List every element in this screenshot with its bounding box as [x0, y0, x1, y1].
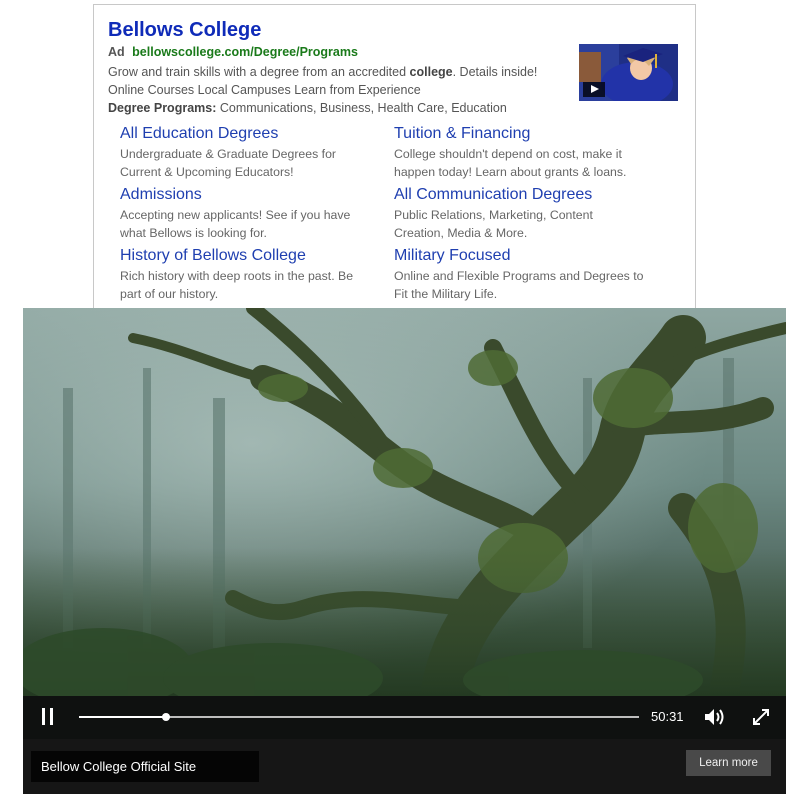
sitelink-education-degrees: All Education Degrees Undergraduate & Gr…: [120, 125, 370, 181]
site-label[interactable]: Bellow College Official Site: [31, 751, 259, 782]
learn-more-button[interactable]: Learn more: [686, 750, 771, 776]
ad-desc-text: Grow and train skills with a degree from…: [108, 65, 410, 79]
sitelink-military: Military Focused Online and Flexible Pro…: [394, 247, 644, 303]
sitelink-description: Undergraduate & Graduate Degrees for Cur…: [120, 147, 337, 179]
sitelink-tuition-financing: Tuition & Financing College shouldn't de…: [394, 125, 644, 181]
sitelink-title[interactable]: History of Bellows College: [120, 247, 370, 265]
pause-icon[interactable]: [42, 708, 54, 726]
ad-desc-label: Degree Programs:: [108, 101, 217, 115]
sitelink-title[interactable]: Military Focused: [394, 247, 644, 265]
ad-desc-bold: college: [409, 65, 453, 79]
ad-display-url[interactable]: bellowscollege.com/Degree/Programs: [132, 45, 358, 59]
sitelink-description: College shouldn't depend on cost, make i…: [394, 147, 627, 179]
sitelink-history: History of Bellows College Rich history …: [120, 247, 370, 303]
ad-video-thumbnail[interactable]: [579, 44, 678, 101]
sitelink-title[interactable]: All Communication Degrees: [394, 186, 644, 204]
fullscreen-icon[interactable]: [750, 706, 772, 728]
sitelink-description: Online and Flexible Programs and Degrees…: [394, 269, 644, 301]
sitelink-description: Rich history with deep roots in the past…: [120, 269, 354, 301]
ad-title-link[interactable]: Bellows College: [108, 19, 261, 42]
ad-badge: Ad: [108, 45, 125, 59]
ad-desc-value: Communications, Business, Health Care, E…: [216, 101, 507, 115]
ad-desc-line-1: Grow and train skills with a degree from…: [108, 63, 568, 81]
play-icon: [583, 82, 605, 97]
volume-icon[interactable]: [703, 706, 727, 728]
forest-video-image: [23, 308, 786, 696]
ad-description: Grow and train skills with a degree from…: [108, 63, 568, 117]
sitelink-description: Public Relations, Marketing, Content Cre…: [394, 208, 593, 240]
ad-desc-text: . Details inside!: [452, 65, 538, 79]
seek-bar-handle[interactable]: [161, 713, 170, 721]
video-frame[interactable]: [23, 308, 786, 696]
video-player: 50:31 Bellow College Official Site Learn…: [23, 308, 786, 794]
sitelink-title[interactable]: All Education Degrees: [120, 125, 370, 143]
ad-desc-line-2: Online Courses Local Campuses Learn from…: [108, 83, 421, 97]
video-info-bar: Bellow College Official Site Learn more: [23, 739, 786, 794]
search-ad-card: Bellows College Ad bellowscollege.com/De…: [93, 4, 696, 319]
seek-bar-progress: [79, 716, 166, 718]
video-controls-bar: 50:31: [23, 696, 786, 739]
seek-bar[interactable]: [79, 713, 639, 721]
sitelink-description: Accepting new applicants! See if you hav…: [120, 208, 351, 240]
ad-desc-line-3: Degree Programs: Communications, Busines…: [108, 99, 568, 117]
time-display: 50:31: [651, 709, 684, 724]
sitelink-title[interactable]: Admissions: [120, 186, 370, 204]
ad-url-line: Ad bellowscollege.com/Degree/Programs: [108, 45, 358, 59]
sitelink-title[interactable]: Tuition & Financing: [394, 125, 644, 143]
sitelink-communication-degrees: All Communication Degrees Public Relatio…: [394, 186, 644, 242]
sitelink-admissions: Admissions Accepting new applicants! See…: [120, 186, 370, 242]
